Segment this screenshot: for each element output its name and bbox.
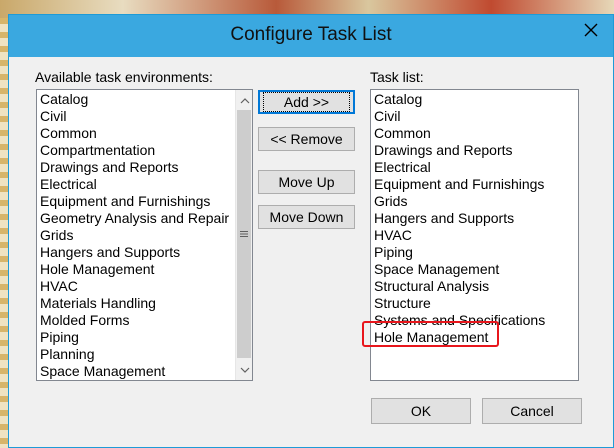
move-down-button[interactable]: Move Down: [258, 205, 355, 229]
configure-task-list-dialog: Configure Task List Available task envir…: [8, 14, 614, 448]
tasklist-item[interactable]: Space Management: [373, 261, 578, 278]
move-up-button[interactable]: Move Up: [258, 170, 355, 194]
tasklist-item[interactable]: Electrical: [373, 159, 578, 176]
scroll-thumb[interactable]: [237, 110, 251, 358]
available-item[interactable]: Common: [39, 125, 252, 142]
available-item[interactable]: Electrical: [39, 176, 252, 193]
highlight-annotation: [362, 321, 499, 347]
ok-button[interactable]: OK: [371, 398, 471, 424]
tasklist-item[interactable]: Grids: [373, 193, 578, 210]
available-item[interactable]: Drawings and Reports: [39, 159, 252, 176]
chevron-up-icon: [240, 97, 249, 103]
available-scrollbar[interactable]: [235, 90, 252, 380]
available-item[interactable]: Hole Management: [39, 261, 252, 278]
cancel-button-label: Cancel: [510, 403, 554, 419]
tasklist-item[interactable]: Common: [373, 125, 578, 142]
tasklist-item[interactable]: Structure: [373, 295, 578, 312]
move-up-button-label: Move Up: [278, 174, 335, 190]
tasklist-items: Catalog Civil Common Drawings and Reports El…: [371, 90, 578, 346]
add-button[interactable]: Add >>: [258, 90, 355, 114]
tasklist-label: Task list:: [370, 69, 424, 85]
dialog-content: Available task environments: Catalog Civi…: [9, 57, 613, 447]
dialog-title: Configure Task List: [230, 24, 392, 45]
available-item[interactable]: Catalog: [39, 91, 252, 108]
available-item[interactable]: Molded Forms: [39, 312, 252, 329]
move-down-button-label: Move Down: [269, 209, 344, 225]
available-item[interactable]: Grids: [39, 227, 252, 244]
available-item[interactable]: Compartmentation: [39, 142, 252, 159]
chevron-down-icon: [240, 367, 249, 373]
tasklist-item[interactable]: Hangers and Supports: [373, 210, 578, 227]
available-item[interactable]: Planning: [39, 346, 252, 363]
add-button-label: Add >>: [262, 92, 351, 112]
scroll-grip-icon: [240, 231, 248, 237]
available-item[interactable]: Space Management: [39, 363, 252, 380]
tasklist-item[interactable]: Civil: [373, 108, 578, 125]
close-icon: [584, 23, 598, 37]
remove-button[interactable]: << Remove: [258, 127, 355, 151]
available-item[interactable]: Hangers and Supports: [39, 244, 252, 261]
available-items: Catalog Civil Common Compartmentation Drawin…: [37, 90, 252, 380]
tasklist-item[interactable]: Structural Analysis: [373, 278, 578, 295]
scroll-down-button[interactable]: [236, 361, 252, 378]
remove-button-label: << Remove: [270, 131, 343, 147]
title-bar: Configure Task List: [9, 15, 613, 57]
ok-button-label: OK: [410, 403, 432, 419]
tasklist-item[interactable]: Catalog: [373, 91, 578, 108]
cancel-button[interactable]: Cancel: [482, 398, 582, 424]
available-item[interactable]: Geometry Analysis and Repair: [39, 210, 252, 227]
tasklist-item[interactable]: Equipment and Furnishings: [373, 176, 578, 193]
available-item[interactable]: Piping: [39, 329, 252, 346]
tasklist-item[interactable]: HVAC: [373, 227, 578, 244]
available-item[interactable]: HVAC: [39, 278, 252, 295]
available-item[interactable]: Equipment and Furnishings: [39, 193, 252, 210]
available-item[interactable]: Materials Handling: [39, 295, 252, 312]
available-label: Available task environments:: [35, 69, 213, 85]
available-item[interactable]: Civil: [39, 108, 252, 125]
available-listbox[interactable]: Catalog Civil Common Compartmentation Drawin…: [36, 89, 253, 381]
tasklist-item[interactable]: Piping: [373, 244, 578, 261]
close-button[interactable]: [569, 15, 613, 45]
tasklist-item[interactable]: Drawings and Reports: [373, 142, 578, 159]
scroll-up-button[interactable]: [236, 92, 252, 109]
